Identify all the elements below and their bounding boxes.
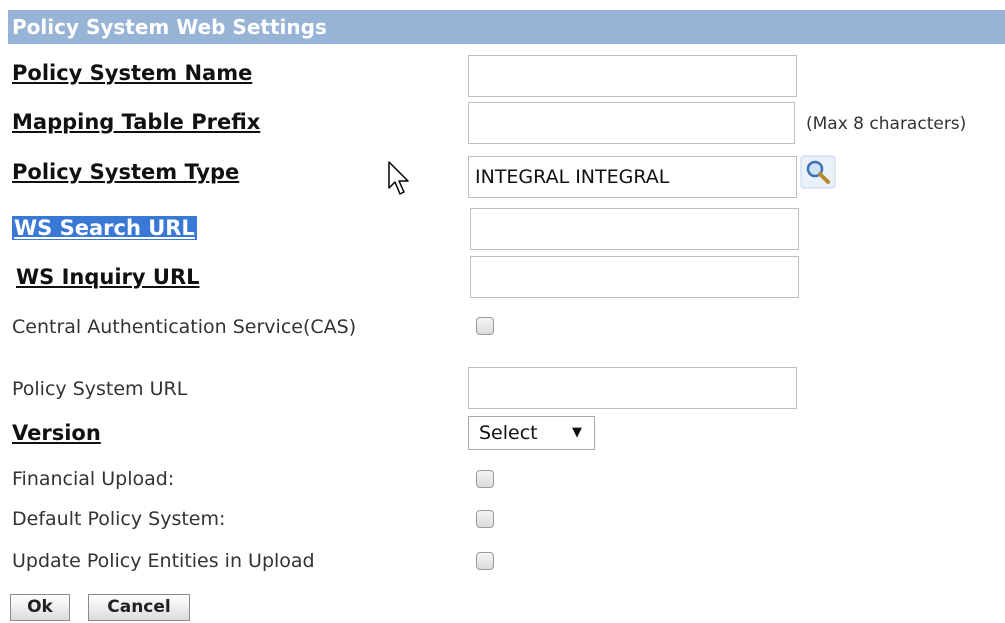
cas-label: Central Authentication Service(CAS) <box>12 316 357 338</box>
page-title: Policy System Web Settings <box>8 10 1005 44</box>
policy-system-url-input[interactable] <box>468 367 797 409</box>
dropdown-arrow-icon: ▼ <box>572 425 582 440</box>
mapping-table-prefix-label: Mapping Table Prefix <box>12 110 261 134</box>
mouse-pointer-icon <box>387 160 413 198</box>
version-selected-value: Select <box>479 422 538 444</box>
cancel-button[interactable]: Cancel <box>88 594 190 621</box>
version-label: Version <box>12 421 101 445</box>
ok-button[interactable]: Ok <box>10 594 70 621</box>
cas-checkbox[interactable] <box>476 317 494 335</box>
default-policy-system-label: Default Policy System: <box>12 508 226 530</box>
update-policy-entities-label: Update Policy Entities in Upload <box>12 550 315 572</box>
ws-inquiry-url-label: WS Inquiry URL <box>16 265 200 289</box>
version-select[interactable]: Select ▼ <box>468 416 595 450</box>
magnifier-icon[interactable] <box>800 155 836 189</box>
ws-search-url-label: WS Search URL <box>12 216 197 240</box>
policy-system-name-label: Policy System Name <box>12 61 253 85</box>
financial-upload-checkbox[interactable] <box>476 470 494 488</box>
ws-search-url-input[interactable] <box>470 208 799 250</box>
policy-system-name-input[interactable] <box>468 55 797 97</box>
financial-upload-label: Financial Upload: <box>12 468 175 490</box>
update-policy-entities-checkbox[interactable] <box>476 552 494 570</box>
mapping-table-prefix-input[interactable] <box>468 102 795 144</box>
ws-inquiry-url-input[interactable] <box>470 256 799 298</box>
policy-system-type-label: Policy System Type <box>12 160 240 184</box>
policy-system-url-label: Policy System URL <box>12 378 188 400</box>
max-characters-hint: (Max 8 characters) <box>806 114 967 134</box>
policy-system-type-input[interactable] <box>468 156 797 198</box>
default-policy-system-checkbox[interactable] <box>476 510 494 528</box>
